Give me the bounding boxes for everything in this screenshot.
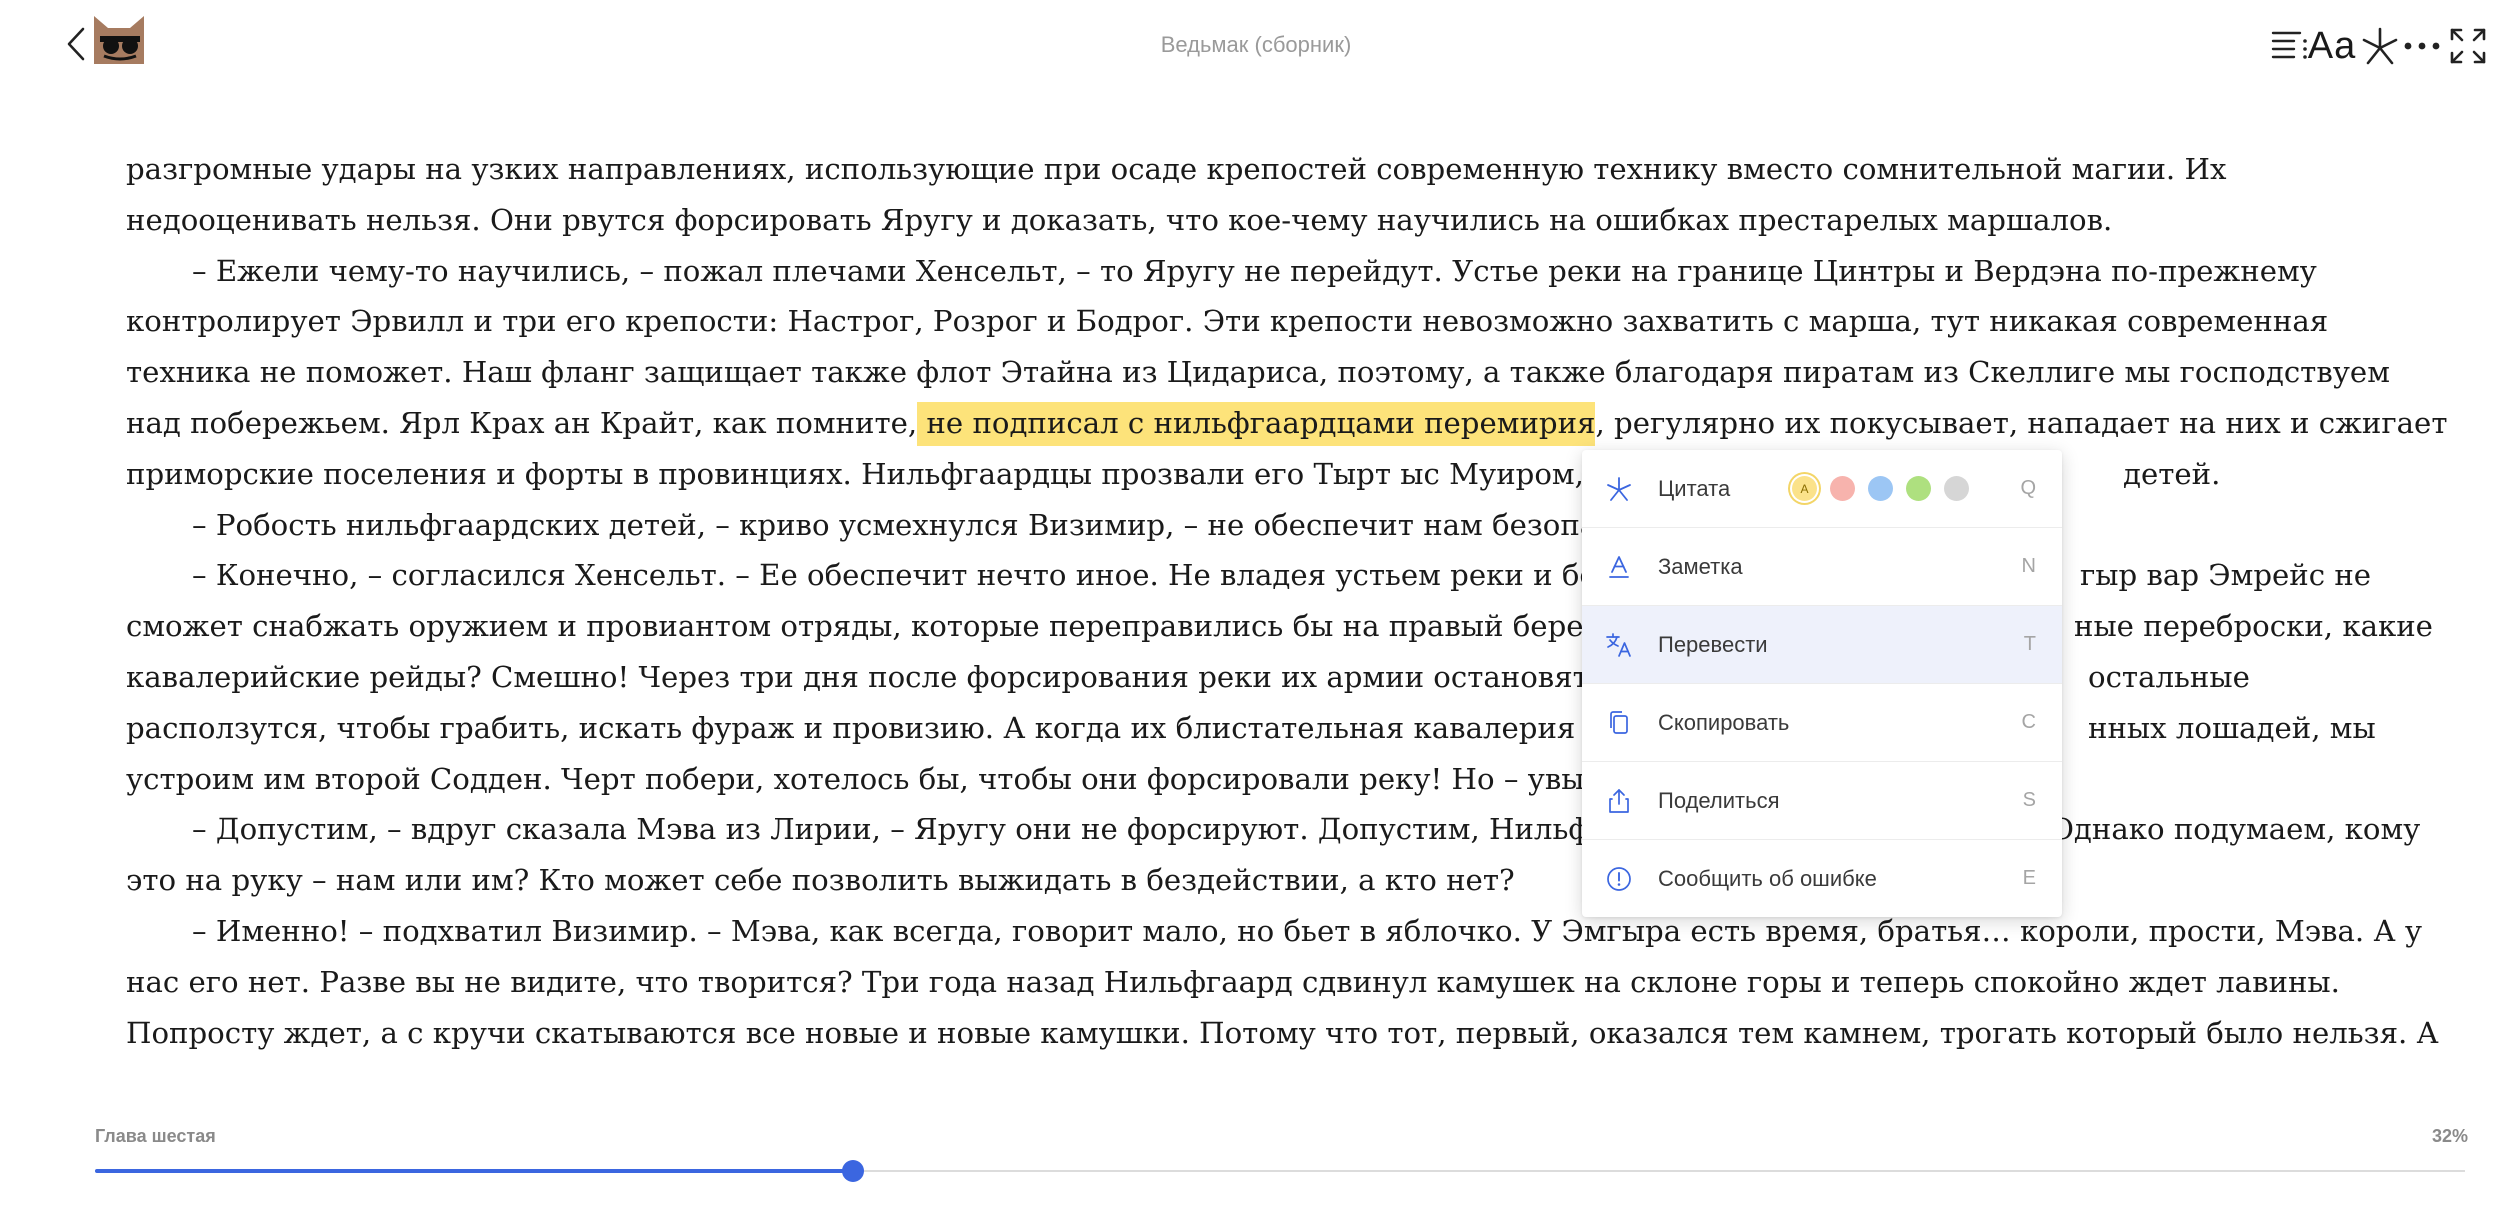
info-icon (1604, 864, 1634, 894)
text-span: расползутся, чтобы грабить, искать фураж… (126, 710, 1603, 745)
text-span: – Ежели чему-то научились, – пожал плеча… (192, 253, 2317, 288)
text-line: – Конечно, – согласился Хенсельт. – Ее о… (126, 550, 2426, 601)
menu-item-label: Цитата (1658, 475, 1731, 501)
reader-text: разгромные удары на узких направлениях, … (126, 144, 2447, 1059)
menu-item-label: Заметка (1658, 553, 1743, 579)
menu-item-label: Сообщить об ошибке (1658, 865, 1877, 891)
progress-percent: 32% (2431, 1126, 2468, 1146)
text-line: устроим им второй Содден. Черт побери, х… (126, 754, 2426, 805)
text-span: – Именно! – подхватил Визимир. – Мэва, к… (192, 913, 2422, 948)
more-button[interactable] (2394, 18, 2450, 74)
text-span: нас его нет. Разве вы не видите, что тво… (126, 964, 2340, 999)
text-span: недооценивать нельзя. Они рвутся форсиро… (126, 202, 2113, 237)
text-span: устроим им второй Содден. Черт побери, х… (126, 761, 1585, 796)
book-title: Ведьмак (сборник) (1160, 32, 1352, 57)
translate-icon (1604, 630, 1634, 660)
text-span: Однако подумаем, кому (2050, 812, 2421, 847)
text-line: приморские поселения и форты в провинция… (126, 449, 2426, 500)
shortcut-key: Q (2020, 477, 2036, 499)
text-line: – Именно! – подхватил Визимир. – Мэва, к… (126, 906, 2426, 957)
color-swatch-yellow[interactable]: A (1792, 476, 1817, 501)
text-line: недооценивать нельзя. Они рвутся форсиро… (126, 195, 2426, 246)
text-line: разгромные удары на узких направлениях, … (126, 144, 2426, 195)
menu-item-label: Поделиться (1658, 787, 1780, 813)
menu-item-quote[interactable]: Цитата A Q (1582, 450, 2062, 528)
progress-fill (95, 1169, 854, 1173)
text-line: Попросту ждет, а с кручи скатываются все… (126, 1008, 2439, 1059)
text-span: нных лошадей, мы (2088, 710, 2376, 745)
underline-a-icon (1604, 552, 1634, 582)
more-horizontal-icon (2404, 42, 2440, 50)
selection-context-menu: Цитата A Q Заметка N Перевести T Скопиро… (1582, 450, 2062, 917)
text-span: гыр вар Эмрейс не (2080, 558, 2372, 593)
share-icon (1604, 786, 1634, 816)
text-line: контролирует Эрвилл и три его крепости: … (126, 296, 2426, 347)
text-span: – Допустим, – вдруг сказала Мэва из Лири… (192, 812, 1607, 847)
text-line: техника не поможет. Наш фланг защищает т… (126, 347, 2426, 398)
text-span: техника не поможет. Наш фланг защищает т… (126, 355, 2390, 390)
text-span: кавалерийские рейды? Смешно! Через три д… (126, 659, 1589, 694)
highlighted-selection[interactable]: не подписал с нильфгаардцами перемирия (917, 401, 1596, 446)
fullscreen-icon (2450, 28, 2486, 64)
text-span: над побережьем. Ярл Крах ан Крайт, как п… (126, 405, 918, 440)
menu-item-report-error[interactable]: Сообщить об ошибке E (1582, 840, 2062, 917)
text-line: это на руку – нам или им? Кто может себе… (126, 855, 2426, 906)
text-span: контролирует Эрвилл и три его крепости: … (126, 304, 2329, 339)
text-line: нас его нет. Разве вы не видите, что тво… (126, 957, 2426, 1008)
menu-item-label: Перевести (1658, 631, 1768, 657)
menu-item-copy[interactable]: Скопировать C (1582, 684, 2062, 762)
shortcut-key: N (2021, 555, 2036, 577)
color-swatch-green[interactable] (1906, 476, 1931, 501)
top-bar: Ведьмак (сборник) Aa (0, 0, 2512, 92)
progress-thumb[interactable] (842, 1160, 865, 1182)
text-line: – Ежели чему-то научились, – пожал плеча… (126, 246, 2426, 297)
text-line: над побережьем. Ярл Крах ан Крайт, как п… (126, 398, 2447, 449)
text-line: – Робость нильфгаардских детей, – криво … (126, 500, 2426, 551)
text-span: остальные (2088, 659, 2250, 694)
color-swatch-red[interactable] (1830, 476, 1855, 501)
text-span: ные переброски, какие (2074, 609, 2433, 644)
menu-item-label: Скопировать (1658, 709, 1790, 735)
chapter-title: Глава шестая (95, 1126, 216, 1146)
reading-progress-slider[interactable] (95, 1156, 2465, 1186)
color-swatch-blue[interactable] (1868, 476, 1893, 501)
menu-item-translate[interactable]: Перевести T (1582, 606, 2062, 684)
text-span: детей. (2123, 456, 2221, 491)
text-span: Попросту ждет, а с кручи скатываются все… (126, 1015, 2439, 1050)
text-span: разгромные удары на узких направлениях, … (126, 152, 2227, 186)
shortcut-key: T (2023, 633, 2036, 655)
text-span: сможет снабжать оружием и провиантом отр… (126, 609, 1584, 644)
text-span: , регулярно их покусывает, нападает на н… (1595, 405, 2448, 440)
text-span: – Конечно, – согласился Хенсельт. – Ее о… (192, 558, 1616, 593)
copy-icon (1604, 708, 1634, 738)
text-line: – Допустим, – вдруг сказала Мэва из Лири… (126, 804, 2426, 855)
shortcut-key: C (2021, 711, 2036, 733)
text-line: сможет снабжать оружием и провиантом отр… (126, 601, 2433, 652)
text-span: приморские поселения и форты в провинция… (126, 456, 1584, 491)
menu-item-share[interactable]: Поделиться S (1582, 762, 2062, 840)
menu-item-note[interactable]: Заметка N (1582, 528, 2062, 606)
asterisk-icon (1604, 474, 1634, 504)
shortcut-key: S (2022, 789, 2036, 811)
color-swatch-gray[interactable] (1944, 476, 1969, 501)
text-span: – Робость нильфгаардских детей, – криво … (192, 507, 1598, 542)
text-line: расползутся, чтобы грабить, искать фураж… (126, 703, 2426, 754)
text-span: это на руку – нам или им? Кто может себе… (126, 863, 1515, 898)
font-settings-button[interactable]: Aa (2304, 18, 2360, 74)
shortcut-key: E (2022, 867, 2036, 889)
text-line: кавалерийские рейды? Смешно! Через три д… (126, 652, 2426, 703)
